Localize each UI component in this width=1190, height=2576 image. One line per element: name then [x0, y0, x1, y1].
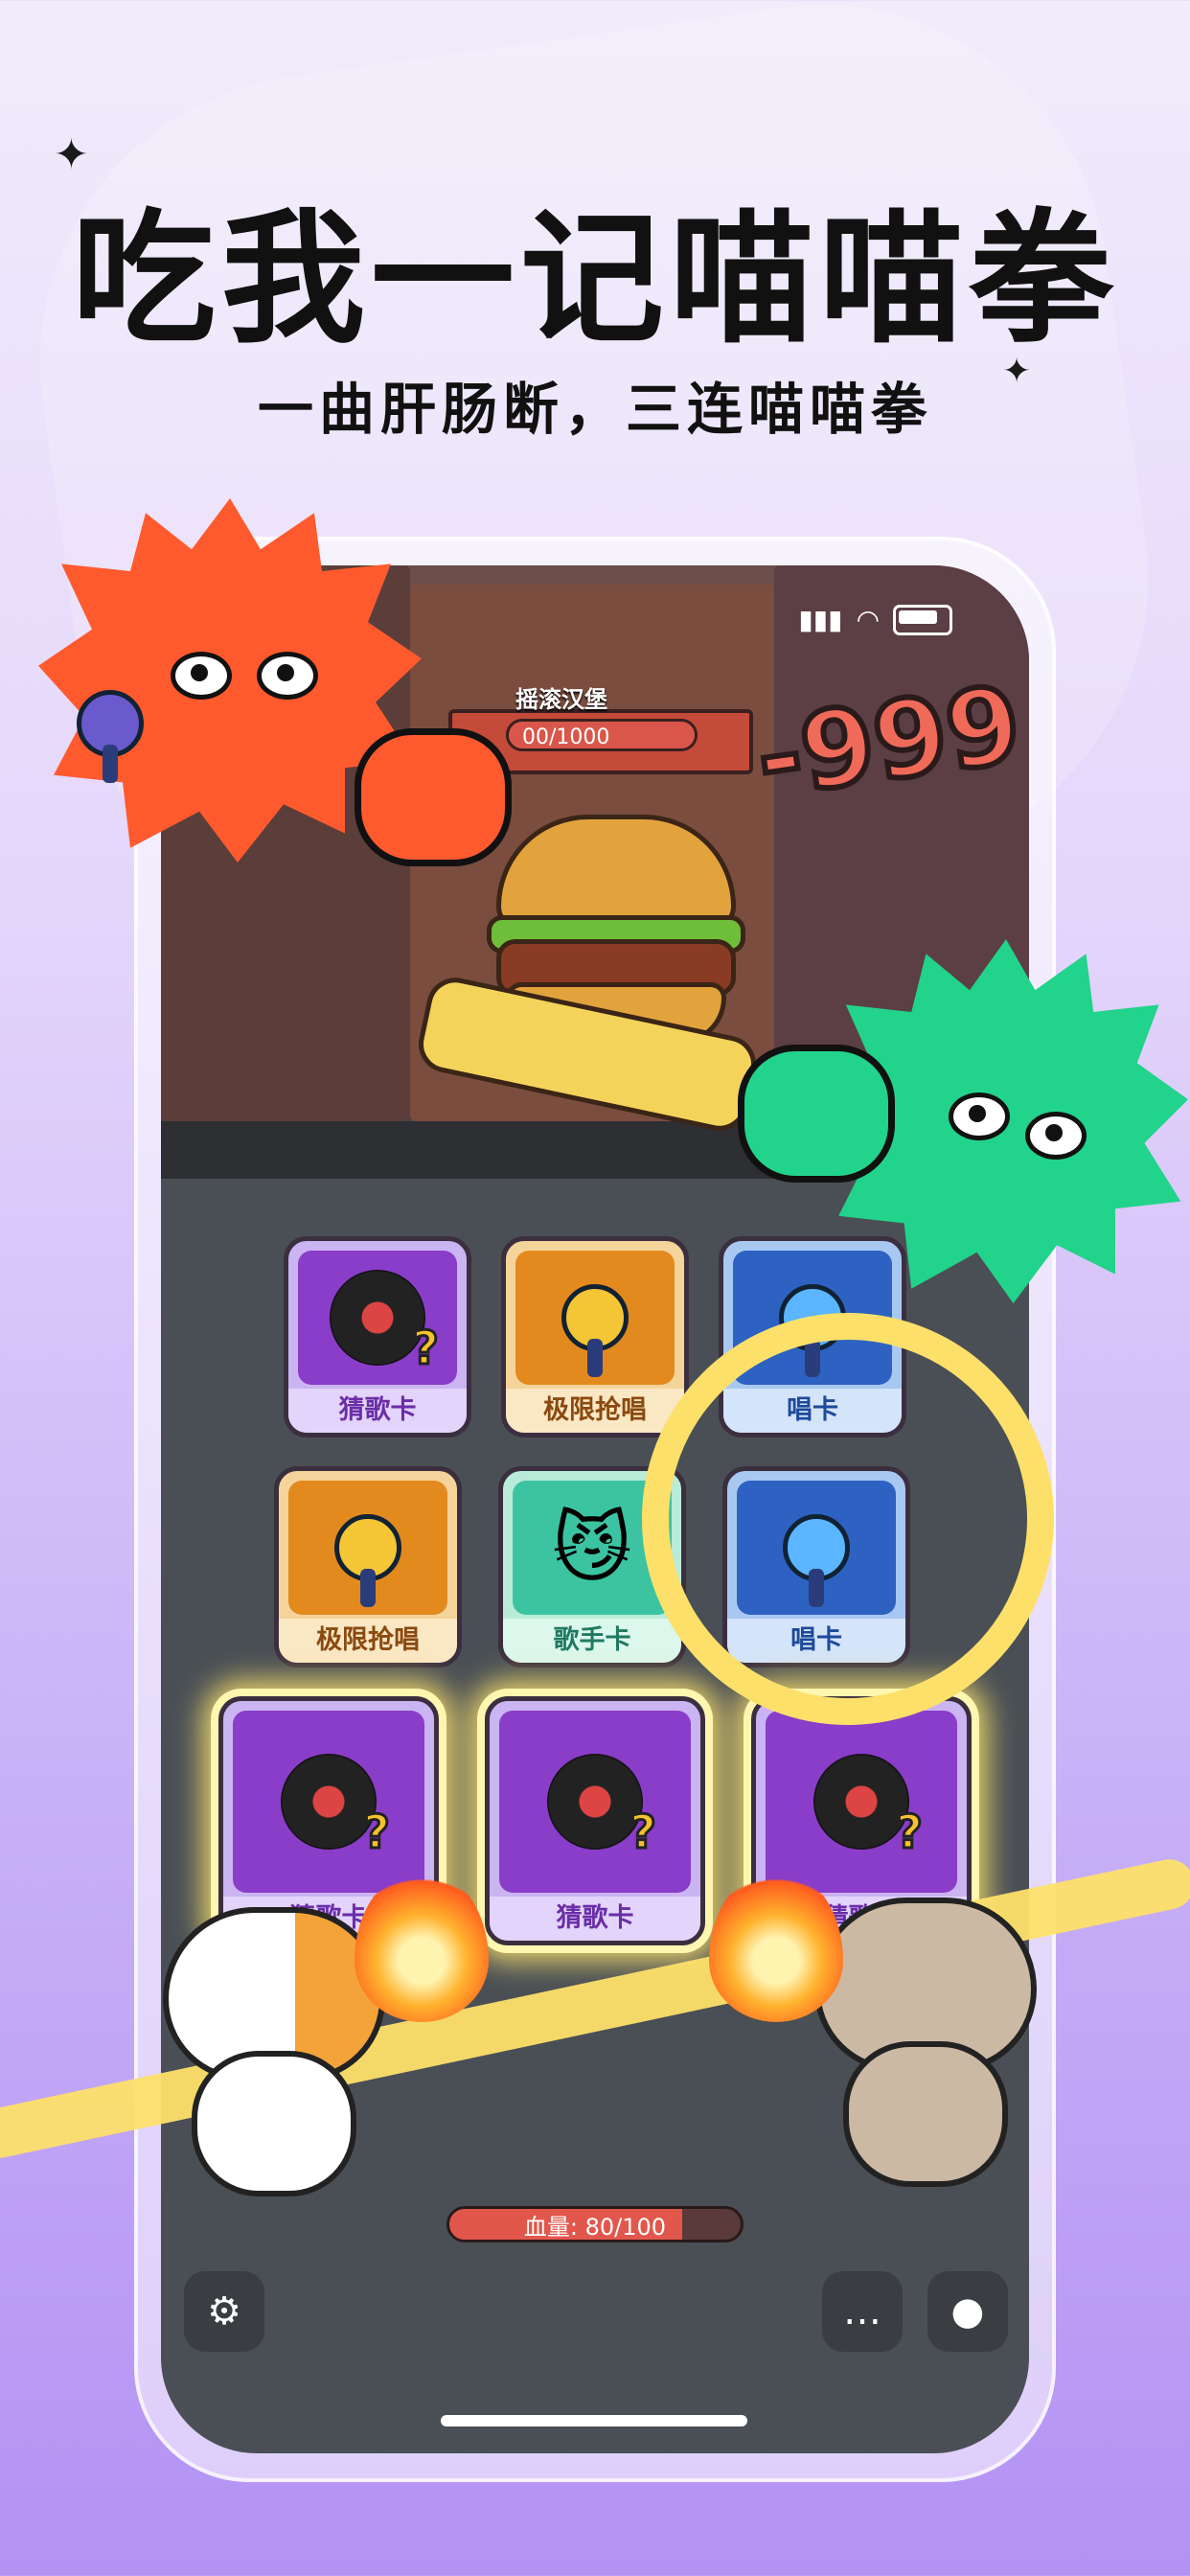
- card-0[interactable]: ? 猜歌卡: [284, 1236, 471, 1438]
- card-label: 极限抢唱: [279, 1619, 457, 1663]
- signal-icon: ▮▮▮: [798, 604, 843, 635]
- boss-hp-bar: 00/1000: [506, 719, 698, 751]
- mascot-eye: [171, 652, 232, 700]
- promo-headline: 吃我一记喵喵拳: [71, 196, 1118, 363]
- card-label: 歌手卡: [503, 1619, 681, 1663]
- mascot-eye: [257, 652, 318, 700]
- gear-icon: ⚙: [207, 2289, 241, 2334]
- mascot-eye: [949, 1092, 1010, 1140]
- chat-button[interactable]: …: [822, 2271, 903, 2352]
- microphone-icon: [561, 1284, 629, 1377]
- promo-subline: 一曲肝肠断，三连喵喵拳: [257, 377, 932, 442]
- player-hp-bar: 血量: 80/100: [446, 2206, 744, 2242]
- highlight-ring: [642, 1313, 1054, 1725]
- vinyl-record-icon: ?: [813, 1754, 924, 1861]
- vinyl-record-icon: ?: [281, 1754, 391, 1861]
- vinyl-record-icon: ?: [547, 1754, 657, 1861]
- punching-fist: [738, 1045, 895, 1183]
- card-label: 猜歌卡: [490, 1897, 700, 1941]
- microphone-icon: ●: [950, 2289, 985, 2334]
- settings-button[interactable]: ⚙: [184, 2271, 264, 2352]
- microphone-icon: [77, 690, 144, 783]
- status-bar: ▮▮▮ ◠: [798, 604, 952, 635]
- boss-name: 摇滚汉堡: [515, 686, 607, 713]
- card-7[interactable]: ? 猜歌卡: [485, 1696, 705, 1945]
- card-1[interactable]: 极限抢唱: [501, 1236, 689, 1438]
- card-label: 极限抢唱: [506, 1389, 684, 1433]
- microphone-icon: [334, 1514, 401, 1607]
- chat-bubble-icon: …: [843, 2289, 881, 2334]
- card-3[interactable]: 极限抢唱: [274, 1466, 462, 1668]
- card-label: 猜歌卡: [288, 1389, 467, 1433]
- vinyl-record-icon: ?: [330, 1270, 440, 1377]
- mascot-eye: [1025, 1112, 1087, 1160]
- wifi-icon: ◠: [856, 604, 880, 635]
- burger-bun-top: [496, 815, 736, 930]
- punching-fist: [355, 728, 512, 866]
- battery-icon: [893, 604, 952, 635]
- home-indicator[interactable]: [441, 2415, 747, 2426]
- mic-button[interactable]: ●: [927, 2271, 1008, 2352]
